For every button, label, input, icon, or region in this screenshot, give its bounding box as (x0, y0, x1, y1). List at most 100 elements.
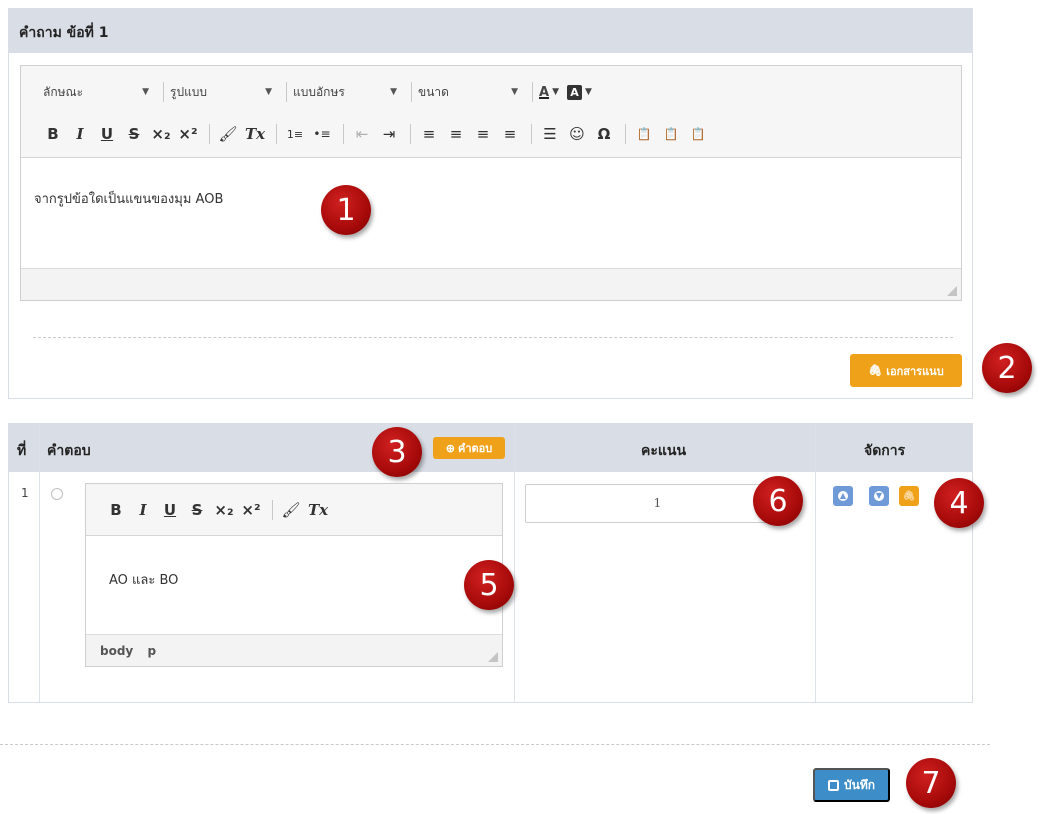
strike-button[interactable]: S (122, 122, 146, 146)
divider (163, 82, 164, 102)
header-manage: จัดการ (864, 443, 906, 459)
move-up-button[interactable]: ▲ (833, 486, 853, 506)
row-number: 1 (21, 486, 29, 500)
score-value: 1 (653, 496, 662, 510)
brush-icon[interactable]: 🖌 (279, 498, 303, 522)
move-down-button[interactable]: ▼ (869, 486, 889, 506)
arrow-up-icon: ▲ (838, 491, 848, 501)
subscript-button[interactable]: ×₂ (212, 498, 236, 522)
italic-button[interactable]: I (68, 122, 92, 146)
chevron-down-icon: ▼ (265, 87, 272, 97)
divider (625, 124, 626, 144)
chevron-down-icon: ▼ (584, 87, 592, 97)
underline-button[interactable]: U (158, 498, 182, 522)
omega-icon[interactable]: Ω (592, 122, 616, 146)
header-answer: คำตอบ (47, 443, 91, 459)
divider (531, 124, 532, 144)
font-combo-label: แบบอักษร (293, 84, 345, 99)
editor-toolbar: ลักษณะ ▼ รูปแบบ ▼ แบบอักษร ▼ ขนาด ▼ A ▼ … (21, 66, 961, 158)
bold-button[interactable]: B (104, 498, 128, 522)
bullet-list-button[interactable]: •≡ (310, 122, 334, 146)
chevron-down-icon: ▼ (511, 87, 518, 97)
column-divider (815, 424, 816, 702)
text-color-icon: A (539, 84, 550, 100)
divider (33, 337, 953, 338)
add-answer-button[interactable]: ⊕ คำตอบ (433, 437, 505, 459)
callout-marker-4: 4 (934, 478, 984, 528)
bg-color-button[interactable]: A ▼ (566, 84, 592, 100)
save-button-label: บันทึก (844, 777, 875, 792)
paperclip-icon: 🖇 (868, 365, 883, 377)
resize-handle-icon[interactable] (947, 286, 957, 296)
callout-marker-6: 6 (753, 476, 803, 526)
attach-answer-button[interactable]: 🖇 (899, 486, 919, 506)
header-number: ที่ (17, 443, 27, 459)
clear-format-button[interactable]: Tx (306, 498, 330, 522)
callout-marker-7: 7 (906, 758, 956, 808)
question-panel: คำถาม ข้อที่ 1 ลักษณะ ▼ รูปแบบ ▼ แบบอักษ… (8, 8, 973, 399)
text-color-button[interactable]: A ▼ (539, 85, 559, 100)
path-p[interactable]: p (147, 644, 156, 658)
plus-circle-icon: ⊕ (445, 442, 455, 455)
align-right-button[interactable]: ≡ (471, 122, 495, 146)
path-body[interactable]: body (100, 644, 133, 658)
paperclip-icon: 🖇 (902, 490, 916, 502)
score-input[interactable]: 1 (525, 484, 790, 523)
callout-marker-2: 2 (982, 343, 1032, 393)
size-combo-label: ขนาด (418, 84, 449, 99)
editor-statusbar (21, 268, 961, 300)
callout-marker-3: 3 (372, 427, 422, 477)
divider (343, 124, 344, 144)
superscript-button[interactable]: ×² (239, 498, 263, 522)
style-combo-label: ลักษณะ (43, 84, 84, 99)
paste-text-icon[interactable]: 📋 (659, 122, 683, 146)
arrow-down-icon: ▼ (874, 491, 884, 501)
outdent-button[interactable]: ⇤ (350, 122, 374, 146)
paste-word-icon[interactable]: 📋 (686, 122, 710, 146)
divider (209, 124, 210, 144)
divider (276, 124, 277, 144)
size-combo[interactable]: ขนาด ▼ (418, 82, 526, 102)
align-left-button[interactable]: ≡ (417, 122, 441, 146)
clear-format-button[interactable]: Tx (243, 122, 267, 146)
header-score: คะแนน (641, 443, 687, 459)
style-combo[interactable]: ลักษณะ ▼ (43, 82, 157, 102)
attach-button[interactable]: 🖇 เอกสารแนบ (850, 354, 962, 387)
correct-answer-radio[interactable] (51, 488, 63, 500)
callout-marker-1: 1 (321, 185, 371, 235)
answer-editor: B I U S ×₂ ×² 🖌 Tx AO และ BO body p (85, 483, 503, 667)
indent-button[interactable]: ⇥ (377, 122, 401, 146)
align-center-button[interactable]: ≡ (444, 122, 468, 146)
divider (532, 82, 533, 102)
question-editor: ลักษณะ ▼ รูปแบบ ▼ แบบอักษร ▼ ขนาด ▼ A ▼ … (20, 65, 962, 301)
toolbar-row-1: ลักษณะ ▼ รูปแบบ ▼ แบบอักษร ▼ ขนาด ▼ A ▼ … (43, 82, 600, 102)
add-answer-label: คำตอบ (457, 443, 493, 455)
save-icon (828, 779, 839, 791)
format-combo[interactable]: รูปแบบ ▼ (170, 82, 280, 102)
align-justify-button[interactable]: ≡ (498, 122, 522, 146)
superscript-button[interactable]: ×² (176, 122, 200, 146)
column-divider (39, 424, 40, 702)
chevron-down-icon: ▼ (552, 87, 559, 97)
underline-button[interactable]: U (95, 122, 119, 146)
italic-button[interactable]: I (131, 498, 155, 522)
horizontal-line-button[interactable]: ☰ (538, 122, 562, 146)
callout-marker-5: 5 (464, 560, 514, 610)
answer-content[interactable]: AO และ BO (86, 536, 502, 634)
answer-statusbar: body p (86, 634, 502, 666)
toolbar-row-2: B I U S ×₂ ×² 🖌 Tx 1≡ •≡ ⇤ ⇥ ≡ ≡ ≡ ≡ ☰ ☺… (41, 122, 713, 146)
subscript-button[interactable]: ×₂ (149, 122, 173, 146)
numbered-list-button[interactable]: 1≡ (283, 122, 307, 146)
bg-color-icon: A (566, 84, 582, 100)
answer-toolbar: B I U S ×₂ ×² 🖌 Tx (86, 484, 502, 536)
font-combo[interactable]: แบบอักษร ▼ (293, 82, 405, 102)
question-title: คำถาม ข้อที่ 1 (9, 9, 972, 53)
question-content[interactable]: จากรูปข้อใดเป็นแขนของมุม AOB (21, 158, 961, 268)
resize-handle-icon[interactable] (488, 652, 498, 662)
save-button[interactable]: บันทึก (813, 768, 890, 802)
paste-icon[interactable]: 📋 (632, 122, 656, 146)
smiley-icon[interactable]: ☺ (565, 122, 589, 146)
brush-icon[interactable]: 🖌 (216, 122, 240, 146)
bold-button[interactable]: B (41, 122, 65, 146)
strike-button[interactable]: S (185, 498, 209, 522)
